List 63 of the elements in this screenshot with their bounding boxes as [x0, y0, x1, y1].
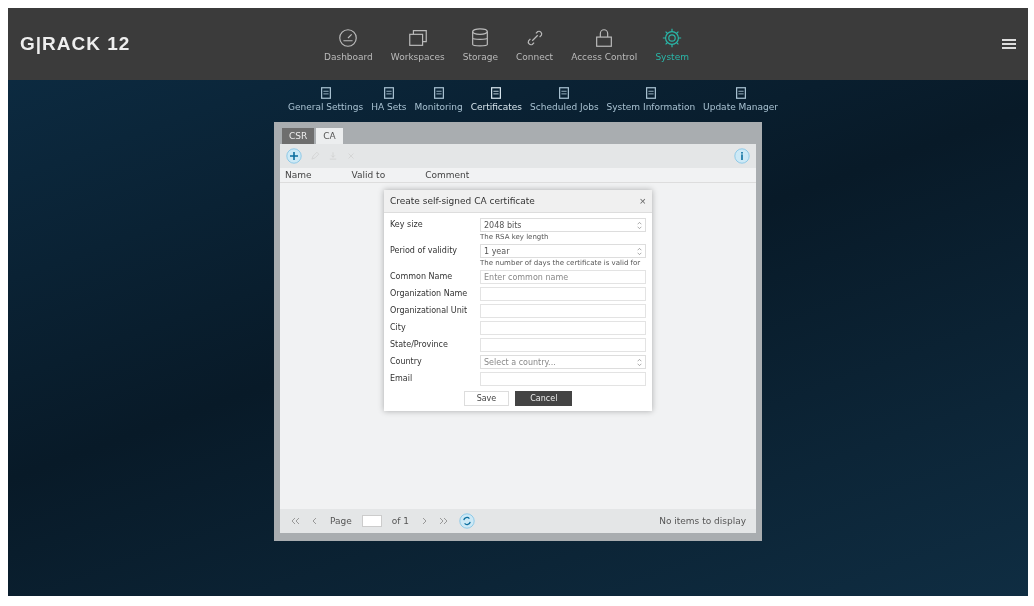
field-label: Organizational Unit: [390, 305, 469, 315]
field-label: Organization Name: [390, 288, 469, 298]
page-icon: [643, 86, 658, 100]
text-field[interactable]: [480, 372, 646, 386]
subnav-tab[interactable]: Certificates: [470, 86, 523, 112]
refresh-icon[interactable]: [459, 513, 476, 529]
field-label: City: [390, 322, 407, 332]
subnav-tab[interactable]: System Information: [606, 86, 696, 112]
page-icon: [318, 86, 333, 100]
nav-tab[interactable]: Access Control: [567, 26, 642, 62]
select-field[interactable]: 1 year: [480, 244, 646, 258]
panel-tab[interactable]: CSR: [282, 128, 315, 144]
subnav-tab[interactable]: Scheduled Jobs: [530, 86, 599, 112]
field-label: State/Province: [390, 339, 449, 349]
nav-tab[interactable]: System: [651, 26, 693, 62]
nav-tab[interactable]: Dashboard: [320, 26, 377, 62]
info-icon[interactable]: [734, 148, 750, 164]
text-field[interactable]: Enter common name: [480, 270, 646, 284]
add-icon[interactable]: [286, 148, 302, 164]
page-icon: [431, 86, 446, 100]
nav-tab[interactable]: Connect: [511, 26, 558, 62]
field-label: Common Name: [390, 271, 454, 281]
text-field[interactable]: [480, 304, 646, 318]
field-label: Period of validity: [390, 245, 458, 255]
select-field[interactable]: 2048 bits: [480, 218, 646, 232]
panel-tab[interactable]: CA: [316, 128, 343, 144]
column-header[interactable]: Valid to: [351, 170, 386, 180]
page-icon: [381, 86, 396, 100]
page-icon: [489, 86, 504, 100]
page-icon: [733, 86, 748, 100]
subnav-tab[interactable]: General Settings: [287, 86, 364, 112]
dialog-title: Create self-signed CA certificate: [390, 196, 535, 206]
page-count: of 1: [391, 516, 410, 526]
page-label: Page: [330, 516, 352, 526]
nav-tab[interactable]: Storage: [458, 26, 502, 62]
close-button[interactable]: ×: [639, 195, 646, 207]
pager-status: No items to display: [659, 516, 746, 526]
text-field[interactable]: [480, 287, 646, 301]
save-button[interactable]: Save: [463, 391, 510, 406]
select-field[interactable]: Select a country...: [480, 355, 646, 369]
page-field[interactable]: [361, 515, 382, 527]
column-header[interactable]: Comment: [425, 170, 470, 180]
cancel-button[interactable]: Cancel: [515, 391, 573, 406]
subnav-tab[interactable]: Update Manager: [703, 86, 778, 112]
text-field[interactable]: [480, 321, 646, 335]
stepper-icon: [637, 357, 642, 367]
dashboard-icon: [337, 26, 360, 49]
menu-icon[interactable]: [1002, 39, 1016, 49]
stepper-icon: [637, 246, 642, 256]
nav-tab[interactable]: Workspaces: [386, 26, 449, 62]
subnav-tab[interactable]: Monitoring: [414, 86, 463, 112]
subnav-tab[interactable]: HA Sets: [371, 86, 407, 112]
stepper-icon: [637, 220, 642, 230]
field-label: Country: [390, 356, 423, 366]
brand-logo: G|RACK 12: [20, 33, 132, 55]
page-icon: [557, 86, 572, 100]
first-page-icon[interactable]: [290, 516, 300, 526]
last-page-icon[interactable]: [439, 516, 450, 526]
field-label: Email: [390, 373, 414, 383]
field-label: Key size: [390, 219, 424, 229]
column-header[interactable]: Name: [285, 170, 312, 180]
text-field[interactable]: [480, 338, 646, 352]
gear-icon: [661, 26, 684, 49]
